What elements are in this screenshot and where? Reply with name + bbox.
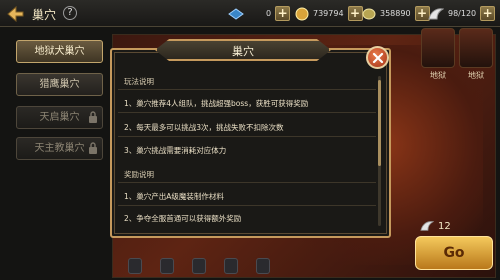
sidebar-item-label: 猎鹰巢穴 — [39, 79, 80, 90]
wing-icon — [428, 7, 444, 19]
page-title: 巢穴 — [32, 8, 57, 22]
close-button[interactable] — [366, 46, 389, 69]
attempt-counter: 12 — [420, 220, 451, 232]
sidebar-item-label: 天主教巢穴 — [34, 143, 85, 154]
coin-icon — [295, 7, 309, 20]
reward-slot[interactable] — [256, 258, 270, 274]
add-stamina-button[interactable]: + — [480, 6, 496, 21]
reward-line: 2、争夺全服首通可以获得额外奖励 — [124, 214, 242, 223]
gem-icon — [362, 8, 376, 19]
rules-line: 3、巢穴挑战需要消耗对应体力 — [124, 146, 227, 155]
sidebar-item-apocalypse-lair[interactable]: 天启巢穴 — [16, 106, 103, 129]
lock-icon — [89, 142, 97, 154]
back-arrow-icon — [7, 5, 24, 22]
rules-heading: 玩法说明 — [124, 77, 154, 86]
gold-value: 739794 — [313, 9, 344, 18]
sidebar-item-label: 地狱犬巢穴 — [34, 46, 85, 57]
reward-slot[interactable] — [128, 258, 142, 274]
boss-portrait-label: 地狱 — [468, 71, 484, 80]
back-button[interactable] — [4, 3, 26, 24]
gems-value: 358890 — [380, 9, 411, 18]
wing-icon — [420, 221, 434, 231]
stamina-value: 98/120 — [448, 9, 477, 18]
reward-heading: 奖励说明 — [124, 170, 154, 179]
divider — [118, 205, 376, 206]
close-icon — [372, 52, 383, 63]
rules-line: 2、每天最多可以挑战3次，挑战失败不扣除次数 — [124, 123, 284, 132]
resource-stamina: 98/120 + — [428, 5, 496, 22]
dialog-scroll-thumb[interactable] — [378, 80, 381, 166]
sidebar-item-falcon-lair[interactable]: 猎鹰巢穴 — [16, 73, 103, 96]
lock-icon — [89, 111, 97, 123]
reward-strip — [118, 254, 408, 278]
top-bar: 巢穴 ? 0 + 739794 + 358890 + 98/120 + — [0, 0, 500, 27]
divider — [118, 182, 376, 183]
energy-value: 0 — [266, 9, 272, 18]
resource-gold: 739794 + — [295, 5, 363, 22]
resource-gems: 358890 + — [362, 5, 430, 22]
attempt-count: 12 — [438, 220, 451, 232]
add-energy-button[interactable]: + — [275, 6, 291, 21]
reward-slot[interactable] — [160, 258, 174, 274]
dialog-inner-frame — [114, 52, 387, 234]
crystal-icon — [228, 7, 244, 20]
divider — [118, 136, 376, 137]
boss-portrait-2[interactable] — [459, 28, 493, 68]
sidebar-item-hellhound-lair[interactable]: 地狱犬巢穴 — [16, 40, 103, 63]
rules-line: 1、巢穴推荐4人组队，挑战超强boss，获胜可获得奖励 — [124, 99, 309, 108]
dialog-title: 巢穴 — [232, 45, 254, 58]
boss-portrait-label: 地狱 — [430, 71, 446, 80]
reward-slot[interactable] — [192, 258, 206, 274]
add-gold-button[interactable]: + — [347, 6, 363, 21]
go-button[interactable]: Go — [415, 236, 493, 270]
help-button[interactable]: ? — [63, 6, 77, 20]
reward-slot[interactable] — [224, 258, 238, 274]
divider — [118, 112, 376, 113]
divider — [118, 89, 376, 90]
reward-line: 1、巢穴产出A级魔装制作材料 — [124, 192, 224, 201]
resource-energy: 0 + — [228, 5, 291, 22]
boss-portrait-1[interactable] — [421, 28, 455, 68]
sidebar-item-catholic-lair[interactable]: 天主教巢穴 — [16, 137, 103, 160]
sidebar-item-label: 天启巢穴 — [39, 112, 80, 123]
